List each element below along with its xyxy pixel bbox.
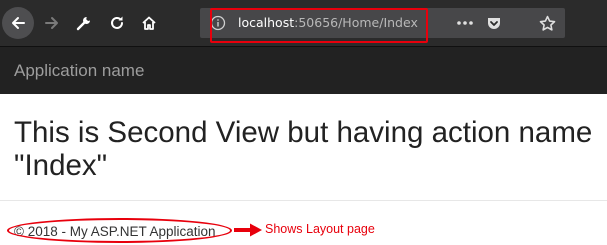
page-title: This is Second View but having action na… [14,116,593,182]
back-arrow-icon [12,17,25,29]
home-button[interactable] [134,8,164,38]
reload-icon [111,16,123,29]
brand-link[interactable]: Application name [14,62,144,80]
reload-button[interactable] [102,8,132,38]
page-actions-button[interactable] [454,8,476,38]
url-highlight-box [210,8,428,43]
pocket-button[interactable] [483,8,505,38]
pocket-icon [488,18,500,29]
footer-highlight-ellipse [7,218,232,243]
more-dots-icon [457,21,473,25]
tools-button[interactable] [69,8,99,38]
divider [0,200,607,201]
app-navbar: Application name [0,46,607,94]
forward-arrow-icon [45,17,58,29]
annotation-callout: Shows Layout page [265,222,375,236]
bookmark-button[interactable] [536,8,558,38]
wrench-icon [76,17,90,31]
red-arrow-icon [234,223,262,237]
home-icon [142,16,156,30]
star-icon [539,15,555,31]
forward-button[interactable] [37,8,67,38]
back-button[interactable] [2,7,34,39]
